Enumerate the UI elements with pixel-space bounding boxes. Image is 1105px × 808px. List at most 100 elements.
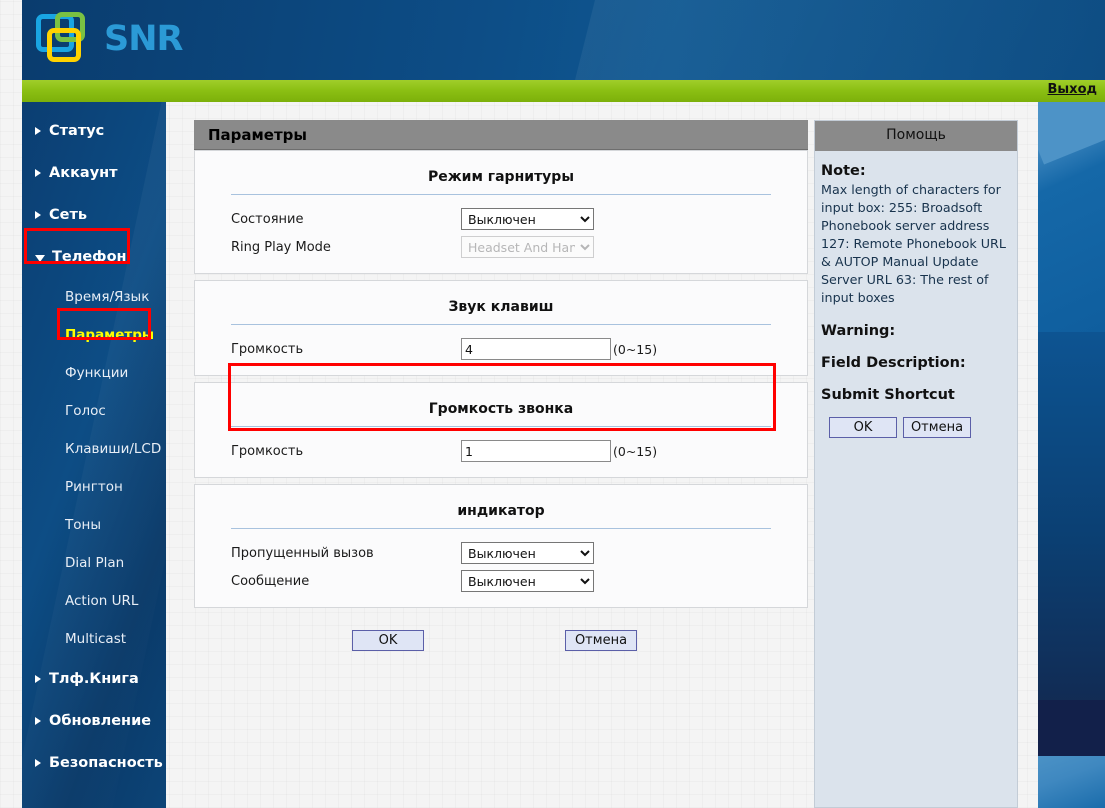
field-label: Ring Play Mode bbox=[231, 239, 331, 255]
field-hint: (0~15) bbox=[613, 341, 658, 357]
sidebar-item-label: Рингтон bbox=[65, 479, 123, 495]
section-title: Громкость звонка bbox=[428, 401, 574, 417]
help-panel-body: Note: Max length of characters for input… bbox=[815, 151, 1017, 438]
section-ring-volume: Громкость звонка Громкость (0~15) bbox=[194, 382, 808, 478]
main-content: Параметры Режим гарнитуры Состояние Выкл… bbox=[194, 120, 808, 651]
sidebar-item-label: Тлф.Книга bbox=[49, 671, 139, 687]
decor-band-top bbox=[1038, 102, 1105, 332]
sidebar-item-label: Время/Язык bbox=[65, 289, 150, 305]
missed-call-indicator-select[interactable]: Выключен bbox=[461, 542, 594, 564]
help-panel-title: Помощь bbox=[815, 121, 1017, 151]
section-divider bbox=[231, 426, 771, 427]
sidebar-item-label: Multicast bbox=[65, 631, 127, 647]
sidebar-item-security[interactable]: Безопасность bbox=[22, 742, 166, 784]
section-key-tone: Звук клавиш Громкость (0~15) bbox=[194, 280, 808, 376]
field-row-key-volume: Громкость (0~15) bbox=[195, 335, 807, 363]
help-shortcut-buttons: OK Отмена bbox=[821, 417, 1011, 438]
chevron-right-icon bbox=[35, 717, 41, 725]
chevron-right-icon bbox=[35, 211, 41, 219]
brand-logo: SNR bbox=[36, 8, 216, 70]
ok-button[interactable]: OK bbox=[352, 630, 424, 651]
sidebar-item-label: Action URL bbox=[65, 593, 139, 609]
sidebar-item-tones[interactable]: Тоны bbox=[22, 506, 166, 544]
headset-state-select[interactable]: Выключен bbox=[461, 208, 594, 230]
field-row-missed-call: Пропущенный вызов Выключен bbox=[195, 539, 807, 567]
help-cancel-button[interactable]: Отмена bbox=[903, 417, 971, 438]
sidebar-item-label: Аккаунт bbox=[49, 165, 118, 181]
sidebar-item-account[interactable]: Аккаунт bbox=[22, 152, 166, 194]
sidebar-item-network[interactable]: Сеть bbox=[22, 194, 166, 236]
help-note-body: Max length of characters for input box: … bbox=[821, 182, 1006, 305]
help-field-description-heading: Field Description: bbox=[821, 355, 966, 371]
field-label: Пропущенный вызов bbox=[231, 545, 374, 561]
sidebar-item-phone[interactable]: Телефон bbox=[22, 236, 166, 278]
message-indicator-select[interactable]: Выключен bbox=[461, 570, 594, 592]
sidebar-item-label: Dial Plan bbox=[65, 555, 125, 571]
section-divider bbox=[231, 528, 771, 529]
sidebar-item-action-url[interactable]: Action URL bbox=[22, 582, 166, 620]
field-hint: (0~15) bbox=[613, 443, 658, 459]
sidebar-item-label: Телефон bbox=[52, 249, 127, 265]
decor-band-middle bbox=[1038, 332, 1105, 712]
section-title: Режим гарнитуры bbox=[427, 169, 574, 185]
sidebar-item-label: Статус bbox=[49, 123, 105, 139]
chevron-right-icon bbox=[35, 127, 41, 135]
help-ok-button[interactable]: OK bbox=[829, 417, 897, 438]
field-row-ring-volume: Громкость (0~15) bbox=[195, 437, 807, 465]
sidebar-item-voice[interactable]: Голос bbox=[22, 392, 166, 430]
section-divider bbox=[231, 194, 771, 195]
sidebar-item-multicast[interactable]: Multicast bbox=[22, 620, 166, 658]
form-actions: OK Отмена bbox=[194, 630, 808, 651]
ring-play-mode-select: Headset And Handl bbox=[461, 236, 594, 258]
sidebar-item-label: Функции bbox=[65, 365, 129, 381]
section-headset-mode: Режим гарнитуры Состояние Выключен Ring … bbox=[194, 150, 808, 274]
chevron-right-icon bbox=[35, 169, 41, 177]
sidebar-item-status[interactable]: Статус bbox=[22, 110, 166, 152]
brand-name: SNR bbox=[104, 19, 183, 59]
decor-band-lower bbox=[1038, 700, 1105, 756]
accent-bar: Выход bbox=[22, 80, 1105, 102]
field-row-message: Сообщение Выключен bbox=[195, 567, 807, 595]
help-submit-shortcut-heading: Submit Shortcut bbox=[821, 387, 955, 403]
chevron-right-icon bbox=[35, 759, 41, 767]
sidebar-item-label: Тоны bbox=[65, 517, 101, 533]
sidebar-item-phonebook[interactable]: Тлф.Книга bbox=[22, 658, 166, 700]
cancel-button[interactable]: Отмена bbox=[565, 630, 637, 651]
help-note-heading: Note: bbox=[821, 163, 866, 179]
field-label: Громкость bbox=[231, 443, 304, 459]
sidebar-menu: Статус Аккаунт Сеть Телефон Время/Язык П… bbox=[22, 102, 166, 784]
sidebar-item-time-language[interactable]: Время/Язык bbox=[22, 278, 166, 316]
sidebar-item-label: Параметры bbox=[65, 327, 155, 343]
sidebar-item-features[interactable]: Функции bbox=[22, 354, 166, 392]
chevron-right-icon bbox=[35, 675, 41, 683]
sidebar-navigation: Статус Аккаунт Сеть Телефон Время/Язык П… bbox=[22, 102, 166, 808]
field-label: Громкость bbox=[231, 341, 304, 357]
help-warning-heading: Warning: bbox=[821, 323, 896, 339]
section-indicator: индикатор Пропущенный вызов Выключен Соо… bbox=[194, 484, 808, 608]
sidebar-item-upgrade[interactable]: Обновление bbox=[22, 700, 166, 742]
field-label: Сообщение bbox=[231, 573, 310, 589]
ring-volume-input[interactable] bbox=[461, 440, 611, 462]
sidebar-item-parameters[interactable]: Параметры bbox=[22, 316, 166, 354]
logout-link[interactable]: Выход bbox=[1048, 82, 1097, 97]
section-title: Звук клавиш bbox=[448, 299, 554, 315]
decor-band-bottom bbox=[1038, 756, 1105, 808]
sidebar-item-label: Обновление bbox=[49, 713, 152, 729]
field-row-ring-play-mode: Ring Play Mode Headset And Handl bbox=[195, 233, 807, 261]
help-panel: Помощь Note: Max length of characters fo… bbox=[814, 120, 1018, 808]
sidebar-item-keys-lcd[interactable]: Клавиши/LCD bbox=[22, 430, 166, 468]
page-header: SNR bbox=[22, 0, 1105, 80]
snr-logo-icon bbox=[36, 10, 98, 68]
sidebar-item-label: Безопасность bbox=[49, 755, 163, 771]
field-row-headset-state: Состояние Выключен bbox=[195, 205, 807, 233]
sidebar-item-label: Сеть bbox=[49, 207, 88, 223]
field-label: Состояние bbox=[231, 211, 304, 227]
section-divider bbox=[231, 324, 771, 325]
sidebar-item-dial-plan[interactable]: Dial Plan bbox=[22, 544, 166, 582]
page-title: Параметры bbox=[194, 120, 808, 150]
sidebar-item-ringtone[interactable]: Рингтон bbox=[22, 468, 166, 506]
section-title: индикатор bbox=[457, 503, 545, 519]
sidebar-item-label: Голос bbox=[65, 403, 106, 419]
key-tone-volume-input[interactable] bbox=[461, 338, 611, 360]
sidebar-item-label: Клавиши/LCD bbox=[65, 441, 162, 457]
